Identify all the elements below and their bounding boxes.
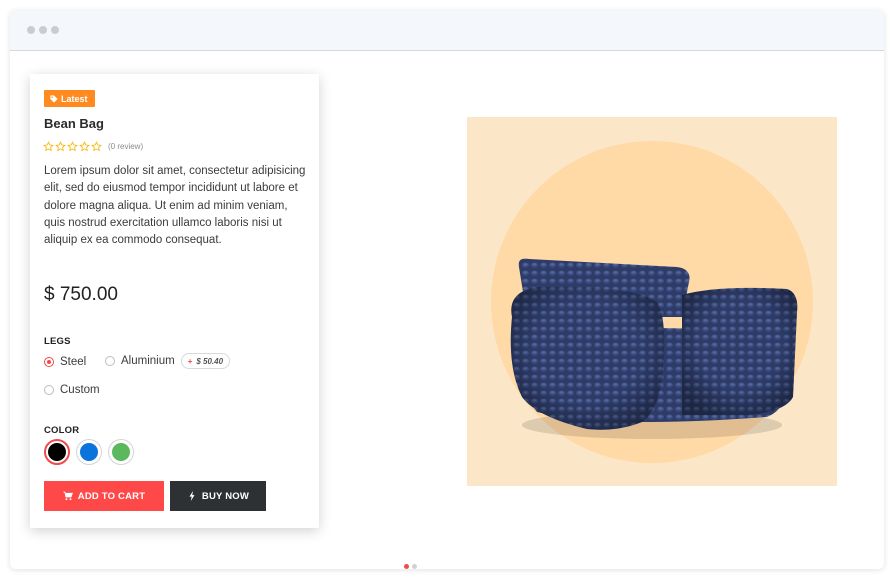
color-swatch-green[interactable] bbox=[108, 439, 134, 465]
window-dot-icon bbox=[27, 26, 35, 34]
legs-option-custom[interactable]: Custom bbox=[44, 384, 100, 396]
extra-price-badge: + $ 50.40 bbox=[180, 353, 231, 369]
legs-option-label: Steel bbox=[60, 356, 87, 368]
buy-now-button[interactable]: BUY NOW bbox=[170, 481, 266, 511]
bolt-icon bbox=[189, 491, 195, 501]
star-outline-icon bbox=[55, 141, 66, 152]
star-outline-icon bbox=[67, 141, 78, 152]
add-to-cart-button[interactable]: ADD TO CART bbox=[44, 481, 164, 511]
window-titlebar bbox=[10, 10, 884, 51]
badge-label: Latest bbox=[61, 93, 88, 104]
window-dot-icon bbox=[51, 26, 59, 34]
window-dot-icon bbox=[39, 26, 47, 34]
color-swatches bbox=[44, 439, 134, 465]
tag-icon bbox=[50, 94, 58, 103]
color-label: COLOR bbox=[44, 425, 80, 436]
star-outline-icon bbox=[43, 141, 54, 152]
product-rating: (0 review) bbox=[43, 141, 143, 152]
radio-unchecked-icon[interactable] bbox=[105, 356, 115, 366]
swatch-fill bbox=[80, 443, 98, 461]
color-swatch-blue[interactable] bbox=[76, 439, 102, 465]
extra-price: $ 50.40 bbox=[196, 356, 224, 366]
legs-option-aluminium[interactable]: Aluminium + $ 50.40 bbox=[105, 353, 231, 369]
legs-label: LEGS bbox=[44, 336, 71, 347]
star-outline-icon bbox=[91, 141, 102, 152]
product-price: $ 750.00 bbox=[44, 284, 118, 305]
product-title: Bean Bag bbox=[44, 116, 104, 131]
carousel-dot[interactable] bbox=[412, 564, 417, 569]
legs-option-label: Custom bbox=[60, 384, 100, 396]
carousel-indicators bbox=[404, 564, 417, 569]
swatch-fill bbox=[112, 443, 130, 461]
color-swatch-black[interactable] bbox=[44, 439, 70, 465]
add-to-cart-label: ADD TO CART bbox=[77, 490, 146, 502]
carousel-dot-active[interactable] bbox=[404, 564, 409, 569]
review-count[interactable]: (0 review) bbox=[108, 142, 143, 151]
plus-icon: + bbox=[187, 356, 193, 366]
swatch-fill bbox=[48, 443, 66, 461]
bean-bag-image bbox=[491, 141, 813, 463]
product-card: Latest Bean Bag (0 review) Lorem ipsum d… bbox=[30, 74, 319, 528]
cart-icon bbox=[63, 491, 73, 501]
radio-checked-icon[interactable] bbox=[44, 357, 54, 367]
buy-now-label: BUY NOW bbox=[201, 490, 250, 502]
product-image bbox=[467, 117, 837, 486]
legs-option-steel[interactable]: Steel bbox=[44, 356, 86, 368]
legs-option-label: Aluminium bbox=[121, 355, 175, 367]
browser-window: Latest Bean Bag (0 review) Lorem ipsum d… bbox=[10, 10, 884, 569]
latest-badge: Latest bbox=[44, 90, 95, 107]
radio-unchecked-icon[interactable] bbox=[44, 385, 54, 395]
star-outline-icon bbox=[79, 141, 90, 152]
product-description: Lorem ipsum dolor sit amet, consectetur … bbox=[44, 165, 306, 247]
